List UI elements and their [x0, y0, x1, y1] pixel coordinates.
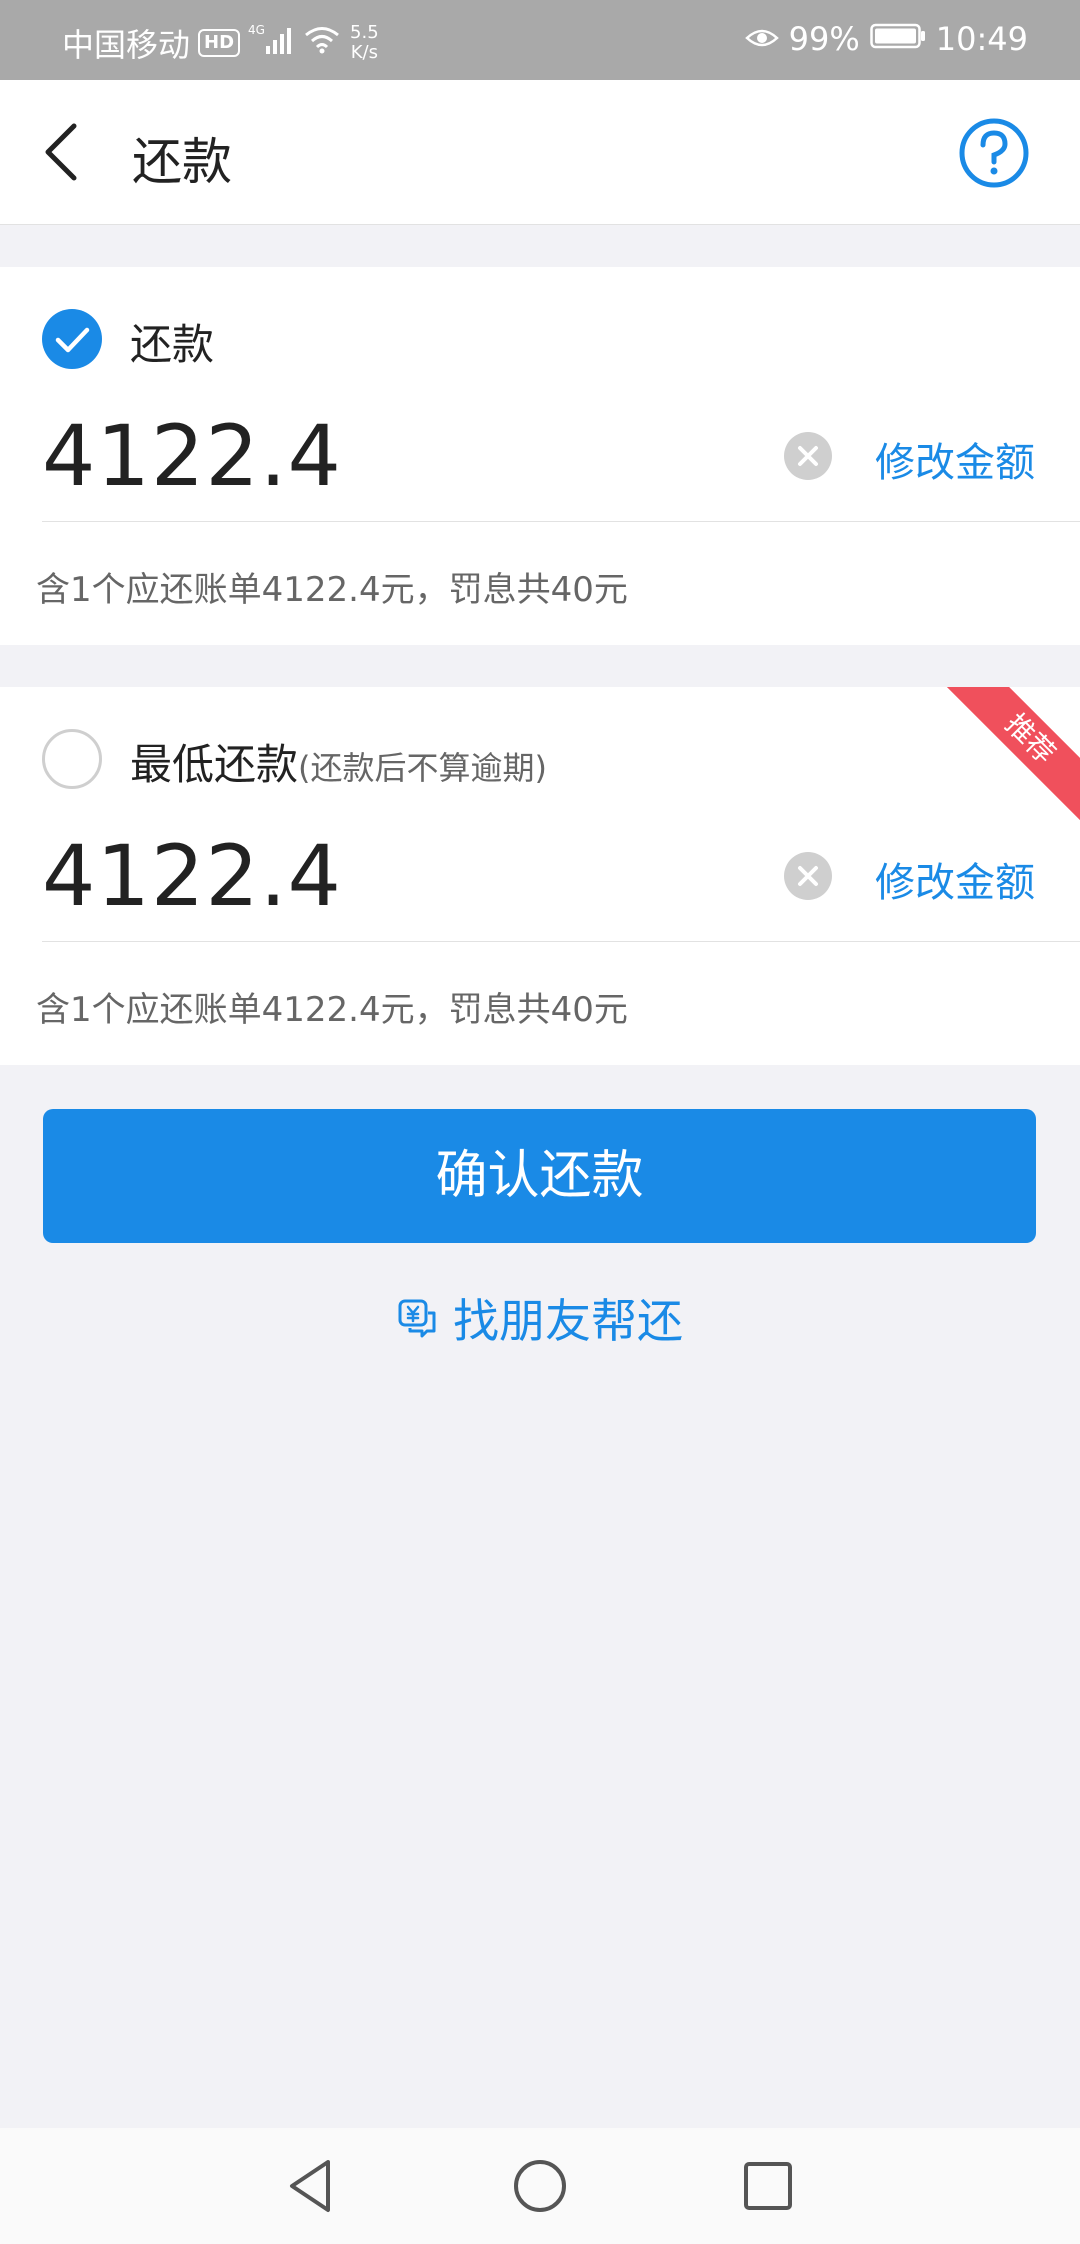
- speed-unit: K/s: [350, 42, 378, 63]
- chat-yuan-icon: [398, 1299, 436, 1338]
- bill-info: 含1个应还账单4122.4元，罚息共40元: [36, 990, 628, 1030]
- minimum-repayment-card[interactable]: 推荐 最低还款(还款后不算逾期) 4122.4 修改金额 含1个应还账单4122…: [0, 687, 1080, 1065]
- help-button[interactable]: [958, 117, 1030, 189]
- wifi-icon: [302, 24, 342, 62]
- friend-help-label[interactable]: 找朋友帮还: [453, 1285, 683, 1351]
- divider: [42, 521, 1080, 522]
- option-label: 还款: [130, 320, 215, 369]
- battery-icon: [870, 20, 926, 58]
- status-left: 中国移动 HD 4G 5.5 K/s: [62, 20, 379, 66]
- clear-amount-button[interactable]: [784, 852, 832, 900]
- nav-recents-button[interactable]: [738, 2156, 798, 2216]
- divider: [42, 941, 1080, 942]
- speed-value: 5.5: [350, 22, 379, 43]
- nav-home-button[interactable]: [510, 2156, 570, 2216]
- confirm-repayment-button[interactable]: 确认还款: [43, 1109, 1036, 1243]
- signal-icon: 4G: [248, 22, 294, 64]
- full-repayment-amount[interactable]: 4122.4: [42, 407, 342, 505]
- minimum-repayment-label: 最低还款(还款后不算逾期): [130, 731, 547, 792]
- clear-amount-button[interactable]: [784, 432, 832, 480]
- modify-amount-link[interactable]: 修改金额: [875, 850, 1035, 908]
- square-recents-icon: [744, 2162, 792, 2210]
- header-bar: 还款: [0, 80, 1080, 225]
- hd-badge: HD: [198, 29, 241, 57]
- close-icon: [798, 866, 818, 886]
- battery-percent: 99%: [788, 20, 860, 58]
- triangle-back-icon: [290, 2160, 330, 2212]
- full-repayment-label: 还款: [130, 311, 214, 372]
- system-nav-bar: [0, 2128, 1080, 2244]
- modify-amount-link[interactable]: 修改金额: [875, 430, 1035, 488]
- chevron-left-icon: [45, 123, 77, 181]
- network-speed: 5.5 K/s: [350, 23, 379, 63]
- question-circle-icon: [959, 118, 1029, 188]
- page-title: 还款: [132, 133, 232, 191]
- recommend-badge: 推荐: [936, 687, 1080, 833]
- full-repayment-radio[interactable]: [42, 309, 102, 369]
- eye-icon: [744, 20, 779, 58]
- clock: 10:49: [935, 20, 1028, 58]
- minimum-repayment-amount[interactable]: 4122.4: [42, 827, 342, 925]
- option-note: (还款后不算逾期): [298, 749, 547, 787]
- svg-text:4G: 4G: [248, 23, 265, 37]
- full-repayment-card[interactable]: 还款 4122.4 修改金额 含1个应还账单4122.4元，罚息共40元: [0, 267, 1080, 645]
- bill-info: 含1个应还账单4122.4元，罚息共40元: [36, 570, 628, 610]
- option-label: 最低还款: [130, 740, 299, 789]
- status-right: 99% 10:49: [744, 20, 1028, 58]
- status-bar: 中国移动 HD 4G 5.5 K/s 99% 10:49: [0, 0, 1080, 80]
- back-button[interactable]: [40, 120, 100, 184]
- nav-back-button[interactable]: [282, 2156, 342, 2216]
- close-icon: [798, 446, 818, 466]
- checkmark-icon: [55, 327, 90, 353]
- friend-help-link[interactable]: 找朋友帮还: [0, 1285, 1080, 1351]
- carrier-name: 中国移动: [62, 26, 191, 64]
- minimum-repayment-radio[interactable]: [42, 729, 102, 789]
- circle-home-icon: [514, 2160, 566, 2212]
